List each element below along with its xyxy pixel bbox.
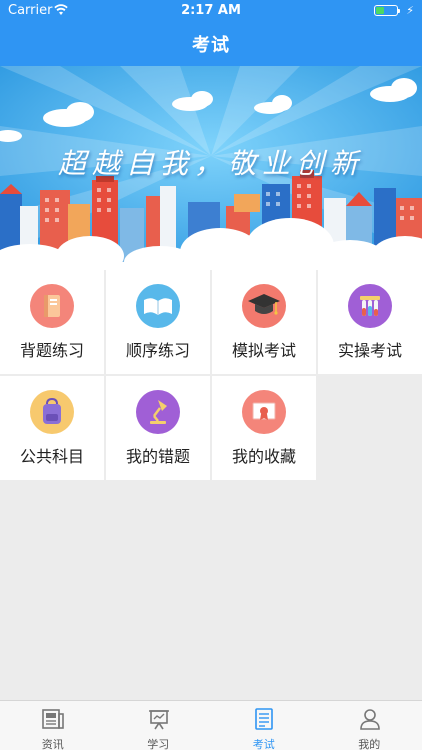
top-header: Carrier 2:17 AM ⚡ 考试 [0,0,422,66]
grid-item-mock-exam[interactable]: 模拟考试 [212,270,316,374]
banner-slogan: 超越自我，敬业创新 [57,147,364,180]
presentation-board-icon [146,706,172,732]
grid-item-label: 模拟考试 [231,341,296,360]
grid-item-recite[interactable]: 背题练习 [0,270,104,374]
grid-item-label: 背题练习 [19,341,84,360]
status-bar: Carrier 2:17 AM ⚡ [0,0,422,22]
grid-item-label: 公共科目 [19,447,84,466]
open-book-icon [136,284,180,328]
grid-item-sequential[interactable]: 顺序练习 [106,270,210,374]
grid-item-label: 我的错题 [125,447,190,466]
tab-mine[interactable]: 我的 [317,701,422,750]
page-title: 考试 [192,35,230,56]
tab-label: 我的 [358,738,381,750]
desk-lamp-icon [136,390,180,434]
grid-item-practical-exam[interactable]: 实操考试 [318,270,422,374]
book-icon [30,284,74,328]
news-icon [40,706,66,732]
charging-icon: ⚡ [406,4,414,17]
grid-item-label: 顺序练习 [125,341,190,360]
backpack-icon [30,390,74,434]
exam-sheet-icon [251,706,277,732]
grid-item-public-subjects[interactable]: 公共科目 [0,376,104,480]
grid-item-my-favorites[interactable]: 我的收藏 [212,376,316,480]
grid-item-my-mistakes[interactable]: 我的错题 [106,376,210,480]
certificate-icon [242,390,286,434]
feature-grid: 背题练习 顺序练习 模拟考试 实操考试 公共科目 我的错题 我的收藏 [0,270,422,480]
tab-exam[interactable]: 考试 [211,701,317,750]
tab-label: 资讯 [41,738,64,750]
tab-label: 考试 [252,738,275,750]
tab-label: 学习 [147,738,170,750]
battery-icon [374,5,400,16]
tab-bar: 资讯 学习 考试 我的 [0,700,422,750]
grid-item-label: 实操考试 [337,341,402,360]
tab-study[interactable]: 学习 [106,701,212,750]
test-tubes-icon [348,284,392,328]
banner[interactable]: 超越自我，敬业创新 [0,66,422,270]
person-icon [357,706,383,732]
grid-item-label: 我的收藏 [231,447,296,466]
graduation-cap-icon [242,284,286,328]
status-time: 2:17 AM [181,3,241,18]
tab-news[interactable]: 资讯 [0,701,106,750]
